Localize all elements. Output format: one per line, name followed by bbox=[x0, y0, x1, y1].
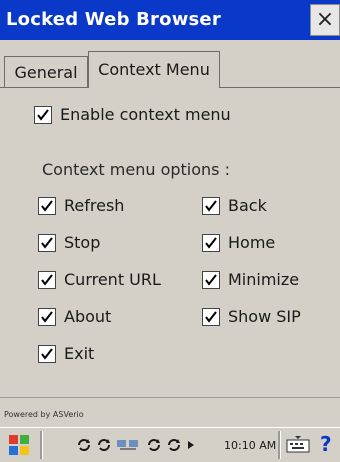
sync-icon[interactable] bbox=[166, 437, 182, 453]
network-icon[interactable] bbox=[116, 437, 140, 453]
checkmark-icon bbox=[41, 311, 53, 323]
help-icon[interactable]: ? bbox=[320, 432, 332, 456]
exit-label: Exit bbox=[64, 344, 95, 363]
powered-by-text: Powered by ASVerio bbox=[4, 410, 84, 419]
checkmark-icon bbox=[205, 274, 217, 286]
tab-strip: General Context Menu bbox=[0, 51, 340, 89]
window-title: Locked Web Browser bbox=[6, 9, 221, 30]
show-sip-checkbox[interactable] bbox=[202, 308, 220, 326]
checkmark-icon bbox=[205, 237, 217, 249]
sync-icon[interactable] bbox=[96, 437, 112, 453]
refresh-label: Refresh bbox=[64, 196, 125, 215]
enable-context-menu-checkbox[interactable] bbox=[34, 106, 52, 124]
keyboard-icon[interactable] bbox=[286, 434, 310, 456]
taskbar-separator bbox=[278, 431, 281, 459]
refresh-checkbox[interactable] bbox=[38, 197, 56, 215]
taskbar: 10:10 AM ? bbox=[0, 427, 340, 462]
back-checkbox[interactable] bbox=[202, 197, 220, 215]
stop-checkbox[interactable] bbox=[38, 234, 56, 252]
tab-context-menu-label: Context Menu bbox=[98, 60, 210, 79]
start-icon[interactable] bbox=[8, 434, 30, 456]
current-url-checkbox[interactable] bbox=[38, 271, 56, 289]
clock[interactable]: 10:10 AM bbox=[224, 439, 276, 452]
current-url-label: Current URL bbox=[64, 270, 161, 289]
home-label: Home bbox=[228, 233, 276, 252]
checkmark-icon bbox=[41, 348, 53, 360]
minimize-label: Minimize bbox=[228, 270, 300, 289]
show-sip-label: Show SIP bbox=[228, 307, 301, 326]
about-label: About bbox=[64, 307, 112, 326]
stop-label: Stop bbox=[64, 233, 101, 252]
close-icon: × bbox=[315, 7, 335, 32]
back-label: Back bbox=[228, 196, 267, 215]
home-checkbox[interactable] bbox=[202, 234, 220, 252]
checkmark-icon bbox=[205, 311, 217, 323]
minimize-checkbox[interactable] bbox=[202, 271, 220, 289]
close-button[interactable]: × bbox=[310, 4, 340, 36]
tab-context-menu[interactable]: Context Menu bbox=[88, 51, 220, 87]
checkmark-icon bbox=[41, 237, 53, 249]
checkmark-icon bbox=[205, 200, 217, 212]
sync-icon[interactable] bbox=[146, 437, 162, 453]
tab-general[interactable]: General bbox=[4, 56, 88, 87]
checkmark-icon bbox=[41, 200, 53, 212]
checkmark-icon bbox=[37, 109, 49, 121]
enable-context-menu-label: Enable context menu bbox=[60, 105, 231, 124]
about-checkbox[interactable] bbox=[38, 308, 56, 326]
tab-general-label: General bbox=[14, 62, 78, 82]
exit-checkbox[interactable] bbox=[38, 345, 56, 363]
arrow-right-icon bbox=[188, 441, 194, 449]
title-bar: Locked Web Browser × bbox=[0, 0, 340, 40]
settings-panel bbox=[0, 40, 340, 397]
taskbar-separator bbox=[40, 431, 43, 459]
options-heading: Context menu options : bbox=[42, 160, 230, 179]
sync-icon[interactable] bbox=[76, 437, 92, 453]
tab-divider-gap bbox=[89, 86, 219, 89]
checkmark-icon bbox=[41, 274, 53, 286]
